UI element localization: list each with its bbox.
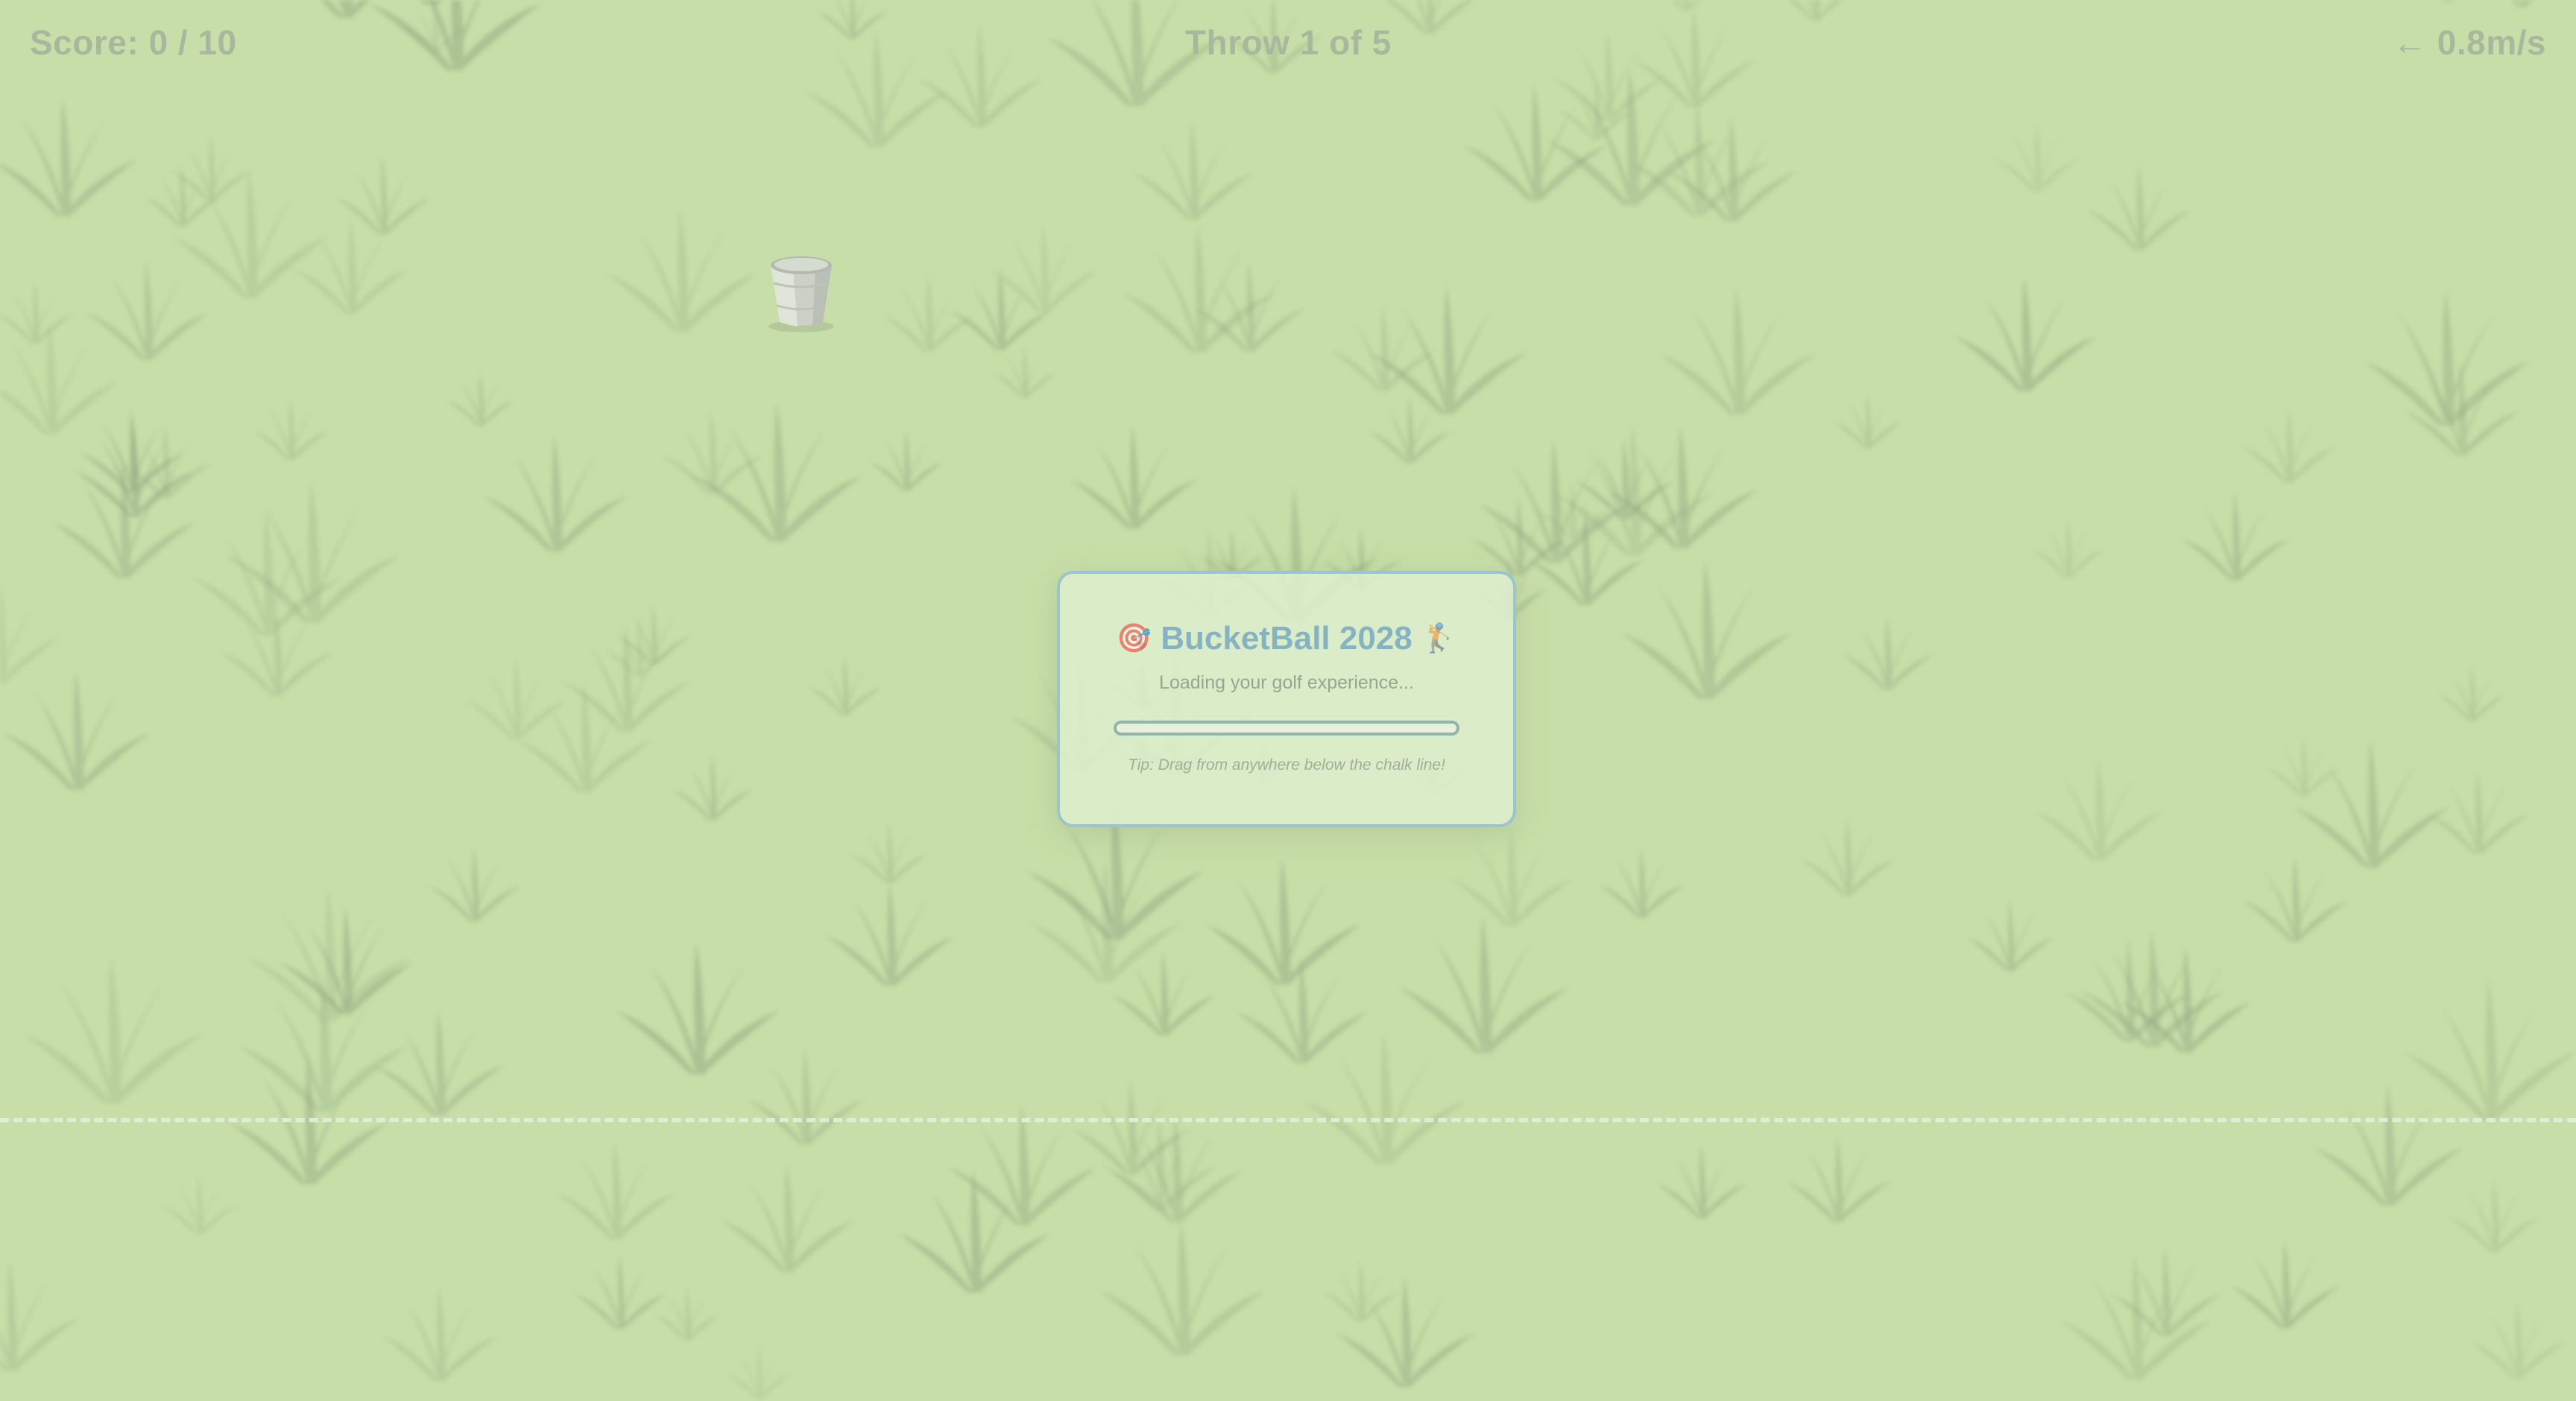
- loading-progress-bar: [1114, 721, 1459, 736]
- game-field[interactable]: Score: 0 / 10 Throw 1 of 5 ← 0.8m/s 🎯 Bu…: [0, 0, 2576, 1401]
- loading-subtitle: Loading your golf experience...: [1159, 672, 1414, 693]
- loading-title: 🎯 BucketBall 2028 🏌: [1060, 620, 1513, 657]
- loading-tip: Tip: Drag from anywhere below the chalk …: [1128, 756, 1445, 774]
- target-icon: 🎯: [1116, 623, 1152, 654]
- loading-card: 🎯 BucketBall 2028 🏌 Loading your golf ex…: [1057, 571, 1516, 827]
- golfer-icon: 🏌: [1421, 623, 1457, 654]
- game-title: BucketBall 2028: [1161, 620, 1412, 657]
